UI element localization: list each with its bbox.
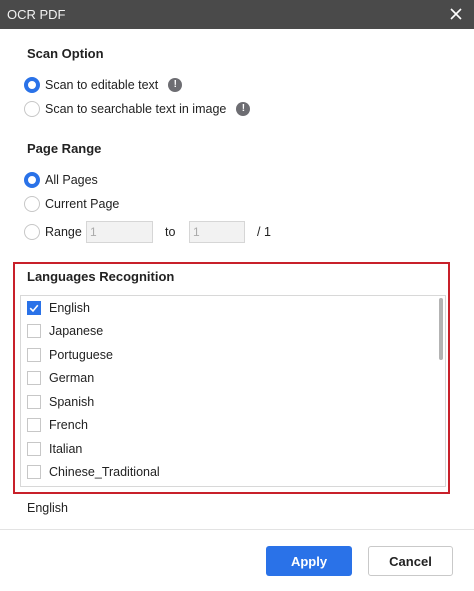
title-bar: OCR PDF — [0, 0, 474, 29]
radio-scan-searchable[interactable]: Scan to searchable text in image ! — [24, 99, 251, 119]
language-label: Chinese_Traditional — [49, 465, 160, 479]
language-item-english[interactable]: English — [27, 299, 90, 317]
radio-all-pages[interactable]: All Pages — [24, 170, 98, 190]
range-to-label: to — [165, 225, 176, 239]
info-icon[interactable]: ! — [236, 102, 251, 116]
language-item-spanish[interactable]: Spanish — [27, 393, 94, 411]
language-item-japanese[interactable]: Japanese — [27, 322, 103, 340]
language-label: German — [49, 371, 95, 385]
radio-label: Range — [45, 225, 82, 239]
radio-label: Current Page — [45, 197, 120, 211]
footer-divider — [0, 529, 474, 530]
language-item-french[interactable]: French — [27, 416, 88, 434]
language-label: Spanish — [49, 395, 95, 409]
cancel-button[interactable]: Cancel — [368, 546, 453, 576]
page-range-title: Page Range — [27, 141, 102, 156]
selected-languages-summary: English — [27, 501, 68, 515]
info-icon[interactable]: ! — [168, 78, 183, 92]
radio-button-checked[interactable] — [24, 172, 40, 188]
checkbox-checked[interactable] — [27, 301, 41, 315]
language-item-chinese-traditional[interactable]: Chinese_Traditional — [27, 463, 160, 481]
radio-range[interactable]: Range — [24, 222, 82, 242]
close-icon[interactable] — [448, 6, 464, 22]
languages-list[interactable]: English Japanese Portuguese German Spani… — [20, 295, 446, 487]
radio-button[interactable] — [24, 196, 40, 212]
radio-button[interactable] — [24, 101, 40, 117]
scrollbar-thumb[interactable] — [439, 298, 443, 360]
language-label: English — [49, 301, 90, 315]
scan-option-title: Scan Option — [27, 46, 104, 61]
checkbox[interactable] — [27, 324, 41, 338]
language-label: Italian — [49, 442, 83, 456]
checkbox[interactable] — [27, 395, 41, 409]
window-title: OCR PDF — [7, 7, 66, 22]
radio-label: Scan to searchable text in image — [45, 102, 227, 116]
range-to-input[interactable]: 1 — [189, 221, 245, 243]
checkbox[interactable] — [27, 442, 41, 456]
radio-current-page[interactable]: Current Page — [24, 194, 119, 214]
radio-scan-editable[interactable]: Scan to editable text ! — [24, 75, 183, 95]
apply-button[interactable]: Apply — [266, 546, 352, 576]
language-item-german[interactable]: German — [27, 369, 94, 387]
language-label: French — [49, 418, 88, 432]
checkbox[interactable] — [27, 465, 41, 479]
radio-button[interactable] — [24, 224, 40, 240]
language-item-portuguese[interactable]: Portuguese — [27, 346, 113, 364]
radio-label: Scan to editable text — [45, 78, 159, 92]
checkbox[interactable] — [27, 371, 41, 385]
language-label: Portuguese — [49, 348, 113, 362]
languages-title: Languages Recognition — [27, 269, 175, 284]
language-item-italian[interactable]: Italian — [27, 440, 82, 458]
checkbox[interactable] — [27, 418, 41, 432]
checkbox[interactable] — [27, 348, 41, 362]
range-from-input[interactable]: 1 — [86, 221, 153, 243]
language-label: Japanese — [49, 324, 104, 338]
page-total: / 1 — [257, 225, 271, 239]
radio-label: All Pages — [45, 173, 98, 187]
radio-button-checked[interactable] — [24, 77, 40, 93]
